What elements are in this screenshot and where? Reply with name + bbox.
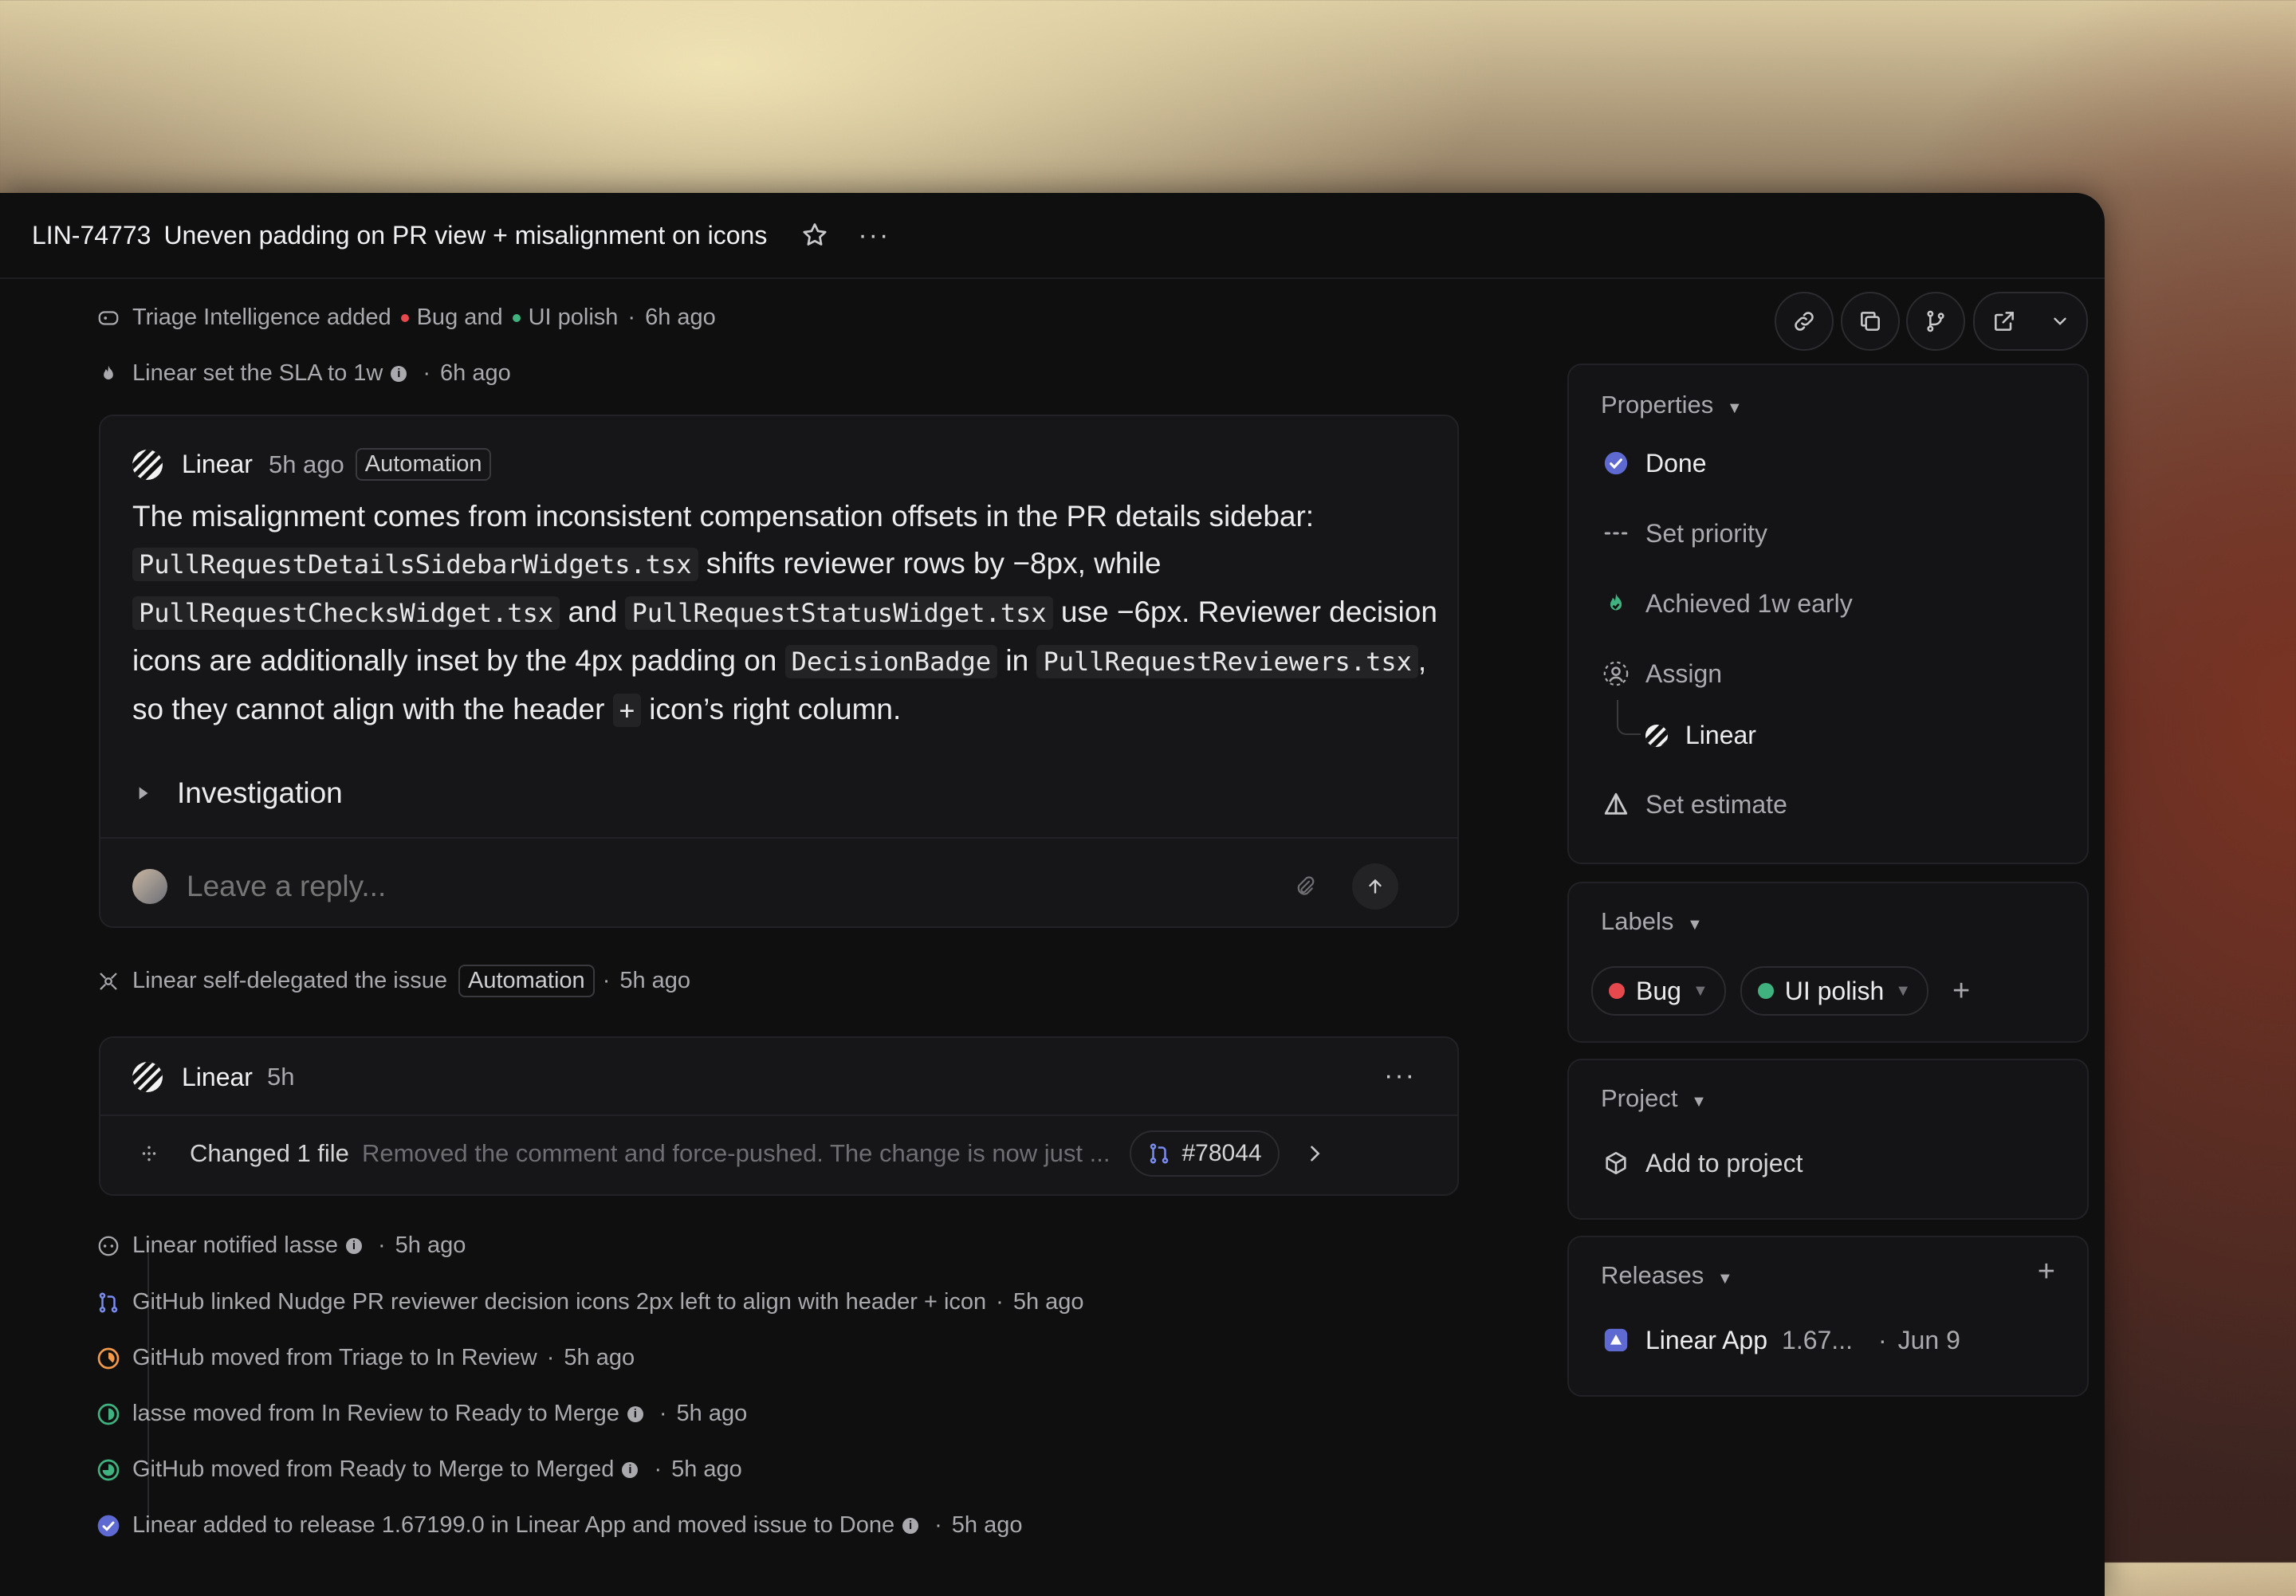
flame-icon xyxy=(96,361,121,387)
priority-field[interactable]: Set priority xyxy=(1601,518,1767,548)
activity-merged: GitHub moved from Ready to Merge to Merg… xyxy=(96,1456,742,1483)
assign-icon xyxy=(1603,661,1629,686)
info-icon[interactable]: i xyxy=(902,1517,919,1534)
linear-avatar xyxy=(132,449,163,480)
sla-field[interactable]: Achieved 1w early xyxy=(1601,588,1853,619)
label-bug[interactable]: Bug ▼ xyxy=(1591,966,1726,1016)
sla-achieved-icon xyxy=(1610,593,1622,611)
activity-labels-added: Triage Intelligence added Bug and UI pol… xyxy=(98,305,716,331)
copy-id-button[interactable] xyxy=(1841,292,1900,351)
info-icon[interactable]: i xyxy=(345,1237,362,1254)
triage-icon xyxy=(96,305,121,331)
releases-panel: Releases ▼ + Linear App 1.67... · Jun 9 xyxy=(1567,1236,2089,1397)
arrow-up-icon xyxy=(1369,879,1382,894)
notification-icon xyxy=(96,1232,121,1259)
more-options-icon[interactable]: ··· xyxy=(1384,1060,1416,1091)
activity-in-review: GitHub moved from Triage to In Review · … xyxy=(96,1345,635,1371)
attachment-icon[interactable] xyxy=(1293,875,1317,898)
project-header[interactable]: Project ▼ xyxy=(1601,1084,1707,1113)
link-icon xyxy=(1795,312,1814,331)
delegate-icon xyxy=(96,969,121,994)
comment-time: 5h ago xyxy=(268,450,344,478)
activity-ready-to-merge: lasse moved from In Review to Ready to M… xyxy=(96,1401,747,1427)
ready-to-merge-status-icon xyxy=(96,1401,121,1427)
reply-composer xyxy=(132,863,1424,910)
send-button[interactable] xyxy=(1352,863,1398,910)
release-icon xyxy=(1604,1328,1628,1352)
assignee-linear[interactable]: Linear xyxy=(1645,721,1756,750)
pull-request-link[interactable]: #78044 xyxy=(1129,1130,1280,1177)
info-icon[interactable]: i xyxy=(391,365,407,382)
bug-dot xyxy=(400,313,409,322)
linear-avatar xyxy=(132,1062,163,1092)
done-status-icon xyxy=(1604,451,1628,475)
open-in-button[interactable] xyxy=(1973,292,2088,351)
issue-header: LIN-74773 Uneven padding on PR view + mi… xyxy=(0,193,2105,279)
in-review-status-icon xyxy=(96,1345,121,1371)
comment-body: The misalignment comes from inconsistent… xyxy=(132,500,1437,727)
external-link-icon xyxy=(1994,312,2014,331)
session-time: 5h xyxy=(266,1063,295,1091)
info-icon[interactable]: i xyxy=(627,1405,643,1422)
releases-header[interactable]: Releases ▼ xyxy=(1601,1261,1733,1290)
chevron-right-icon[interactable] xyxy=(1303,1142,1326,1165)
disclosure-triangle-icon xyxy=(139,787,148,800)
star-icon[interactable] xyxy=(800,221,829,250)
copy-icon xyxy=(1861,312,1880,331)
issue-title[interactable]: Uneven padding on PR view + misalignment… xyxy=(163,221,767,250)
activity-released: Linear added to release 1.67199.0 in Lin… xyxy=(96,1512,1022,1539)
properties-panel: Properties ▼ Done Set priority Achieved … xyxy=(1567,364,2089,864)
project-panel: Project ▼ Add to project xyxy=(1567,1059,2089,1220)
user-avatar xyxy=(132,869,167,904)
changed-files: Changed 1 file xyxy=(190,1139,349,1167)
copy-branch-button[interactable] xyxy=(1906,292,1965,351)
session-summary: Removed the comment and force-pushed. Th… xyxy=(361,1139,1111,1167)
add-to-project-button[interactable]: Add to project xyxy=(1601,1148,1803,1178)
labels-panel: Labels ▼ Bug ▼ UI polish ▼ + xyxy=(1567,882,2089,1043)
investigation-toggle[interactable]: Investigation xyxy=(132,776,343,810)
estimate-field[interactable]: Set estimate xyxy=(1601,789,1787,820)
label-ui-polish[interactable]: UI polish ▼ xyxy=(1740,966,1929,1016)
more-options-icon[interactable]: ··· xyxy=(858,220,890,251)
labels-header[interactable]: Labels ▼ xyxy=(1601,907,1703,936)
linear-avatar xyxy=(1645,724,1668,747)
pull-request-icon xyxy=(1150,1143,1168,1164)
reply-input[interactable] xyxy=(185,869,1272,904)
estimate-icon xyxy=(1604,792,1628,815)
automation-badge: Automation xyxy=(458,965,595,997)
status-field[interactable]: Done xyxy=(1601,448,1707,478)
comment-author[interactable]: Linear xyxy=(182,450,253,479)
agent-comment-card: Linear 5h ago Automation The misalignmen… xyxy=(99,415,1459,928)
polish-dot xyxy=(512,313,521,322)
no-priority-icon xyxy=(1604,532,1628,535)
add-release-icon[interactable]: + xyxy=(2038,1255,2055,1289)
activity-sla-set: Linear set the SLA to 1w i · 6h ago xyxy=(104,360,511,387)
file-diff-icon xyxy=(142,1146,156,1162)
merged-status-icon xyxy=(96,1456,121,1483)
chevron-down-icon[interactable] xyxy=(2050,311,2070,332)
issue-window: LIN-74773 Uneven padding on PR view + mi… xyxy=(0,193,2105,1596)
activity-delegation: Linear self-delegated the issue Automati… xyxy=(100,965,690,997)
project-cube-icon xyxy=(1606,1151,1626,1175)
release-item[interactable]: Linear App 1.67... · Jun 9 xyxy=(1601,1325,1960,1355)
copy-link-button[interactable] xyxy=(1775,292,1834,351)
done-status-icon xyxy=(96,1512,121,1539)
issue-id: LIN-74773 xyxy=(32,220,151,250)
activity-notified: Linear notified lasse i · 5h ago xyxy=(96,1232,466,1259)
git-branch-icon xyxy=(1927,310,1944,332)
activity-pr-linked: GitHub linked Nudge PR reviewer decision… xyxy=(96,1289,1084,1315)
info-icon[interactable]: i xyxy=(622,1461,639,1478)
assign-field[interactable]: Assign xyxy=(1601,658,1722,689)
add-label-icon[interactable]: + xyxy=(1952,974,1970,1008)
properties-header[interactable]: Properties ▼ xyxy=(1601,391,1743,419)
pull-request-icon xyxy=(96,1289,121,1315)
session-author: Linear xyxy=(182,1062,253,1091)
automation-badge: Automation xyxy=(355,448,492,481)
agent-session-card[interactable]: Linear 5h ··· Changed 1 file Removed the… xyxy=(99,1036,1459,1196)
